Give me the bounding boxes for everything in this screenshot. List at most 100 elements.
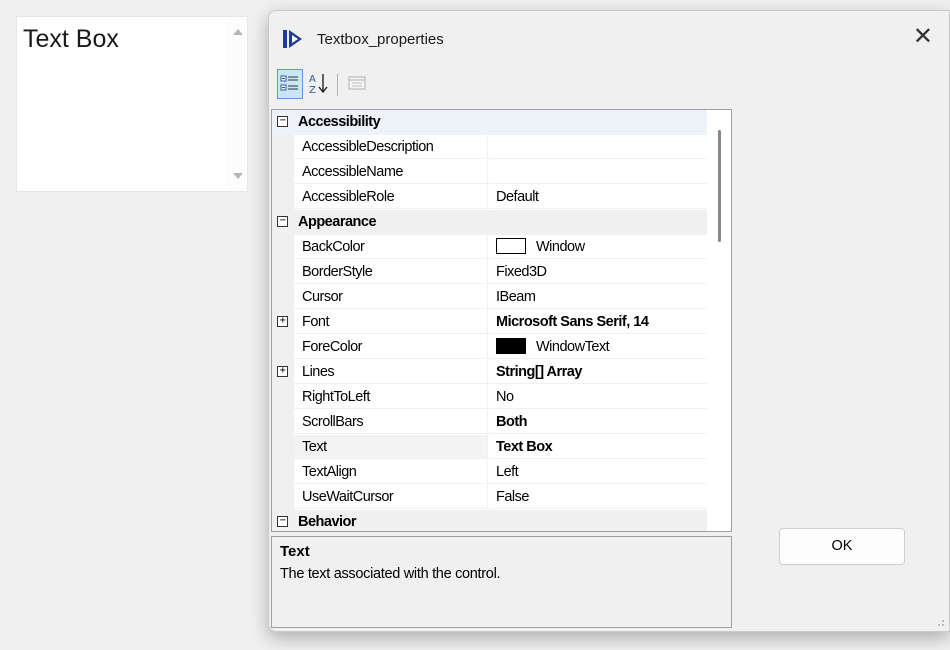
category-row[interactable]: − Behavior xyxy=(272,510,708,531)
property-name[interactable]: AccessibleRole xyxy=(294,185,488,209)
category-label: Accessibility xyxy=(298,114,381,130)
property-value[interactable]: Both xyxy=(489,410,708,434)
category-label: Appearance xyxy=(298,214,377,230)
expand-icon[interactable]: + xyxy=(277,316,288,327)
categorized-button[interactable] xyxy=(277,69,303,99)
property-value[interactable]: Fixed3D xyxy=(489,260,708,284)
property-row[interactable]: Text Text Box xyxy=(272,435,708,460)
property-name[interactable]: BorderStyle xyxy=(294,260,488,284)
property-row[interactable]: ForeColor WindowText xyxy=(272,335,708,360)
help-title: Text xyxy=(280,543,310,560)
expand-icon[interactable]: + xyxy=(277,366,288,377)
property-name[interactable]: AccessibleDescription xyxy=(294,135,488,159)
text-box-control[interactable]: Text Box xyxy=(16,16,248,192)
close-icon[interactable]: ✕ xyxy=(913,25,933,49)
property-row[interactable]: + Font Microsoft Sans Serif, 14 xyxy=(272,310,708,335)
property-row[interactable]: + Lines String[] Array xyxy=(272,360,708,385)
property-value[interactable]: WindowText xyxy=(489,335,708,359)
text-box-content[interactable]: Text Box xyxy=(23,25,119,54)
property-value[interactable]: No xyxy=(489,385,708,409)
ok-button[interactable]: OK xyxy=(779,528,905,565)
property-row[interactable]: RightToLeft No xyxy=(272,385,708,410)
collapse-icon[interactable]: − xyxy=(277,216,288,227)
property-value-text: No xyxy=(496,389,514,405)
property-value[interactable]: Microsoft Sans Serif, 14 xyxy=(489,310,708,334)
property-name[interactable]: Text xyxy=(294,435,488,459)
property-pages-icon xyxy=(348,76,366,90)
property-value[interactable] xyxy=(489,135,708,159)
alphabetical-button[interactable]: A Z xyxy=(307,69,333,99)
property-value-text: Microsoft Sans Serif, 14 xyxy=(496,314,649,330)
collapse-icon[interactable]: − xyxy=(277,516,288,527)
property-value[interactable]: False xyxy=(489,485,708,509)
row-margin xyxy=(272,260,294,285)
property-name[interactable]: UseWaitCursor xyxy=(294,485,488,509)
resize-grip-icon[interactable] xyxy=(933,615,945,627)
svg-text:A: A xyxy=(309,74,316,85)
property-value[interactable]: Left xyxy=(489,460,708,484)
property-row[interactable]: AccessibleRole Default xyxy=(272,185,708,210)
property-grid-scrollbar[interactable] xyxy=(707,110,731,531)
property-row[interactable]: Cursor IBeam xyxy=(272,285,708,310)
color-swatch xyxy=(496,238,526,254)
property-name[interactable]: Cursor xyxy=(294,285,488,309)
property-value[interactable]: IBeam xyxy=(489,285,708,309)
property-value-text: WindowText xyxy=(536,339,610,355)
property-row[interactable]: TextAlign Left xyxy=(272,460,708,485)
scrollbar-thumb[interactable] xyxy=(718,130,721,242)
svg-text:Z: Z xyxy=(309,85,316,96)
property-value[interactable]: Text Box xyxy=(489,435,708,459)
category-row[interactable]: − Appearance xyxy=(272,210,708,235)
row-margin xyxy=(272,160,294,185)
property-row[interactable]: ScrollBars Both xyxy=(272,410,708,435)
property-row[interactable]: BackColor Window xyxy=(272,235,708,260)
property-grid[interactable]: − Accessibility AccessibleDescription Acces… xyxy=(271,109,732,532)
property-value[interactable]: Window xyxy=(489,235,708,259)
scroll-down-arrow-icon[interactable] xyxy=(233,173,243,179)
property-name[interactable]: TextAlign xyxy=(294,460,488,484)
collapse-icon[interactable]: − xyxy=(277,116,288,127)
property-row[interactable]: UseWaitCursor False xyxy=(272,485,708,510)
dialog-title: Textbox_properties xyxy=(317,31,444,48)
property-row[interactable]: AccessibleDescription xyxy=(272,135,708,160)
category-label: Behavior xyxy=(298,514,357,530)
property-name[interactable]: AccessibleName xyxy=(294,160,488,184)
help-panel: Text The text associated with the contro… xyxy=(271,536,732,628)
property-value-text: String[] Array xyxy=(496,364,582,380)
property-name[interactable]: BackColor xyxy=(294,235,488,259)
row-margin xyxy=(272,410,294,435)
category-row[interactable]: − Accessibility xyxy=(272,110,708,135)
property-value[interactable] xyxy=(489,160,708,184)
properties-dialog: Textbox_properties ✕ A Z − Accessibility… xyxy=(268,10,950,632)
row-margin xyxy=(272,185,294,210)
scroll-up-arrow-icon[interactable] xyxy=(233,29,243,35)
row-margin xyxy=(272,485,294,510)
property-row[interactable]: AccessibleName xyxy=(272,160,708,185)
text-box-scrollbar[interactable] xyxy=(227,17,247,191)
row-margin xyxy=(272,135,294,160)
title-bar[interactable]: Textbox_properties ✕ xyxy=(269,11,949,67)
property-name[interactable]: Lines xyxy=(294,360,488,384)
property-pages-button[interactable] xyxy=(345,69,371,99)
property-value[interactable]: String[] Array xyxy=(489,360,708,384)
property-name[interactable]: Font xyxy=(294,310,488,334)
row-margin xyxy=(272,385,294,410)
property-value-text: Both xyxy=(496,414,528,430)
property-value-text: IBeam xyxy=(496,289,536,305)
property-value-text: Window xyxy=(536,239,585,255)
row-margin xyxy=(272,335,294,360)
property-value-text: Text Box xyxy=(496,439,553,455)
help-description: The text associated with the control. xyxy=(280,566,501,582)
property-grid-rows: − Accessibility AccessibleDescription Acces… xyxy=(272,110,708,531)
property-name[interactable]: ScrollBars xyxy=(294,410,488,434)
property-name[interactable]: RightToLeft xyxy=(294,385,488,409)
property-value-text: False xyxy=(496,489,529,505)
property-row[interactable]: BorderStyle Fixed3D xyxy=(272,260,708,285)
color-swatch xyxy=(496,338,526,354)
property-value[interactable]: Default xyxy=(489,185,708,209)
row-margin xyxy=(272,235,294,260)
row-margin xyxy=(272,285,294,310)
row-margin xyxy=(272,435,294,460)
app-icon xyxy=(283,30,302,48)
property-name[interactable]: ForeColor xyxy=(294,335,488,359)
